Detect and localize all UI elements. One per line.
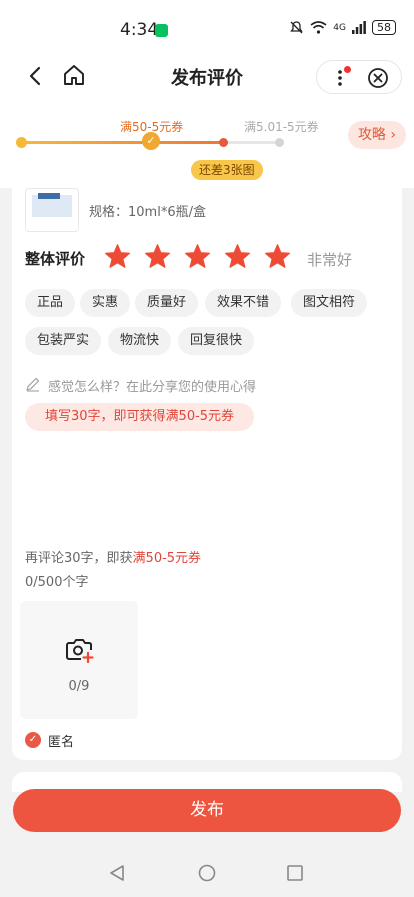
promo-banner: 填写30字，即可获得满50-5元券 bbox=[25, 403, 255, 431]
reward-hint: 再评论30字，即获满50-5元券 bbox=[25, 547, 201, 566]
tag-chip[interactable]: 效果不错 bbox=[205, 289, 282, 317]
progress-track-empty bbox=[225, 141, 277, 144]
anonymous-label: 匿名 bbox=[48, 735, 75, 750]
star-icon-5[interactable] bbox=[264, 243, 291, 270]
reward-hint-text: 再评论30字，即获 bbox=[25, 551, 133, 566]
mini-program-capsule bbox=[316, 60, 402, 94]
camera-plus-icon bbox=[66, 639, 94, 663]
tag-chip[interactable]: 实惠 bbox=[80, 289, 131, 317]
publish-button[interactable]: 发布 bbox=[13, 789, 401, 832]
review-card: 规格：10ml*6瓶/盒 整体评价 非常好 正品 实惠 质量好 效果不错 图文相… bbox=[12, 188, 402, 760]
tag-chip[interactable]: 图文相符 bbox=[291, 289, 368, 317]
status-time: 4:34 bbox=[120, 20, 159, 40]
nav-back-icon[interactable] bbox=[108, 864, 126, 882]
chevron-right-icon: › bbox=[390, 127, 396, 143]
status-icons: 4G 58 bbox=[289, 20, 396, 35]
reward-progress: 满50-5元券 满5.01-5元券 ✓ 还差3张图 攻略 › bbox=[0, 100, 414, 188]
star-icon-2[interactable] bbox=[144, 243, 171, 270]
progress-tip-badge: 还差3张图 bbox=[191, 160, 263, 180]
tag-chip[interactable]: 质量好 bbox=[135, 289, 199, 317]
wifi-icon bbox=[310, 21, 327, 34]
tag-chip[interactable]: 回复很快 bbox=[178, 327, 255, 355]
milestone-label-2: 满5.01-5元券 bbox=[244, 120, 319, 134]
star-icon-1[interactable] bbox=[104, 243, 131, 270]
product-thumbnail bbox=[25, 188, 79, 232]
progress-current-dot bbox=[219, 138, 228, 147]
rating-label: 整体评价 bbox=[25, 250, 86, 268]
wechat-notification-icon bbox=[155, 24, 168, 37]
strategy-label: 攻略 bbox=[357, 127, 386, 143]
strategy-button[interactable]: 攻略 › bbox=[347, 121, 406, 149]
star-rating bbox=[104, 243, 291, 270]
star-icon-3[interactable] bbox=[184, 243, 211, 270]
star-icon-4[interactable] bbox=[224, 243, 251, 270]
battery-indicator: 58 bbox=[372, 20, 396, 35]
progress-end-dot bbox=[275, 138, 284, 147]
page-header: 发布评价 bbox=[0, 52, 414, 100]
tag-chip[interactable]: 正品 bbox=[25, 289, 76, 317]
tag-chip[interactable]: 物流快 bbox=[108, 327, 172, 355]
anonymous-checkbox[interactable]: ✓ bbox=[25, 732, 41, 748]
photo-upload-button[interactable]: 0/9 bbox=[20, 601, 138, 719]
progress-track-filled bbox=[22, 141, 222, 144]
network-type: 4G bbox=[333, 22, 346, 33]
upload-count: 0/9 bbox=[68, 679, 90, 694]
product-spec: 规格：10ml*6瓶/盒 bbox=[89, 205, 206, 220]
notification-dot bbox=[344, 66, 351, 73]
system-nav-bar bbox=[0, 850, 414, 897]
product-box-label bbox=[38, 193, 60, 199]
tag-chip[interactable]: 包装严实 bbox=[25, 327, 102, 355]
progress-start-dot bbox=[16, 137, 27, 148]
char-counter: 0/500个字 bbox=[25, 575, 89, 590]
nav-recent-apps-icon[interactable] bbox=[287, 865, 303, 881]
rating-text: 非常好 bbox=[307, 251, 353, 269]
more-menu-icon[interactable] bbox=[335, 69, 345, 87]
close-circle-icon[interactable] bbox=[367, 67, 389, 89]
reward-hint-highlight: 满50-5元券 bbox=[132, 551, 202, 566]
mute-bell-icon bbox=[290, 21, 304, 34]
review-input[interactable]: 感觉怎么样？在此分享您的使用心得 bbox=[48, 376, 256, 395]
milestone-check-icon: ✓ bbox=[142, 132, 160, 150]
nav-home-icon[interactable] bbox=[198, 864, 216, 882]
signal-icon bbox=[352, 21, 366, 34]
pencil-icon bbox=[26, 377, 40, 392]
status-bar: 4:34 4G 58 bbox=[0, 0, 414, 52]
